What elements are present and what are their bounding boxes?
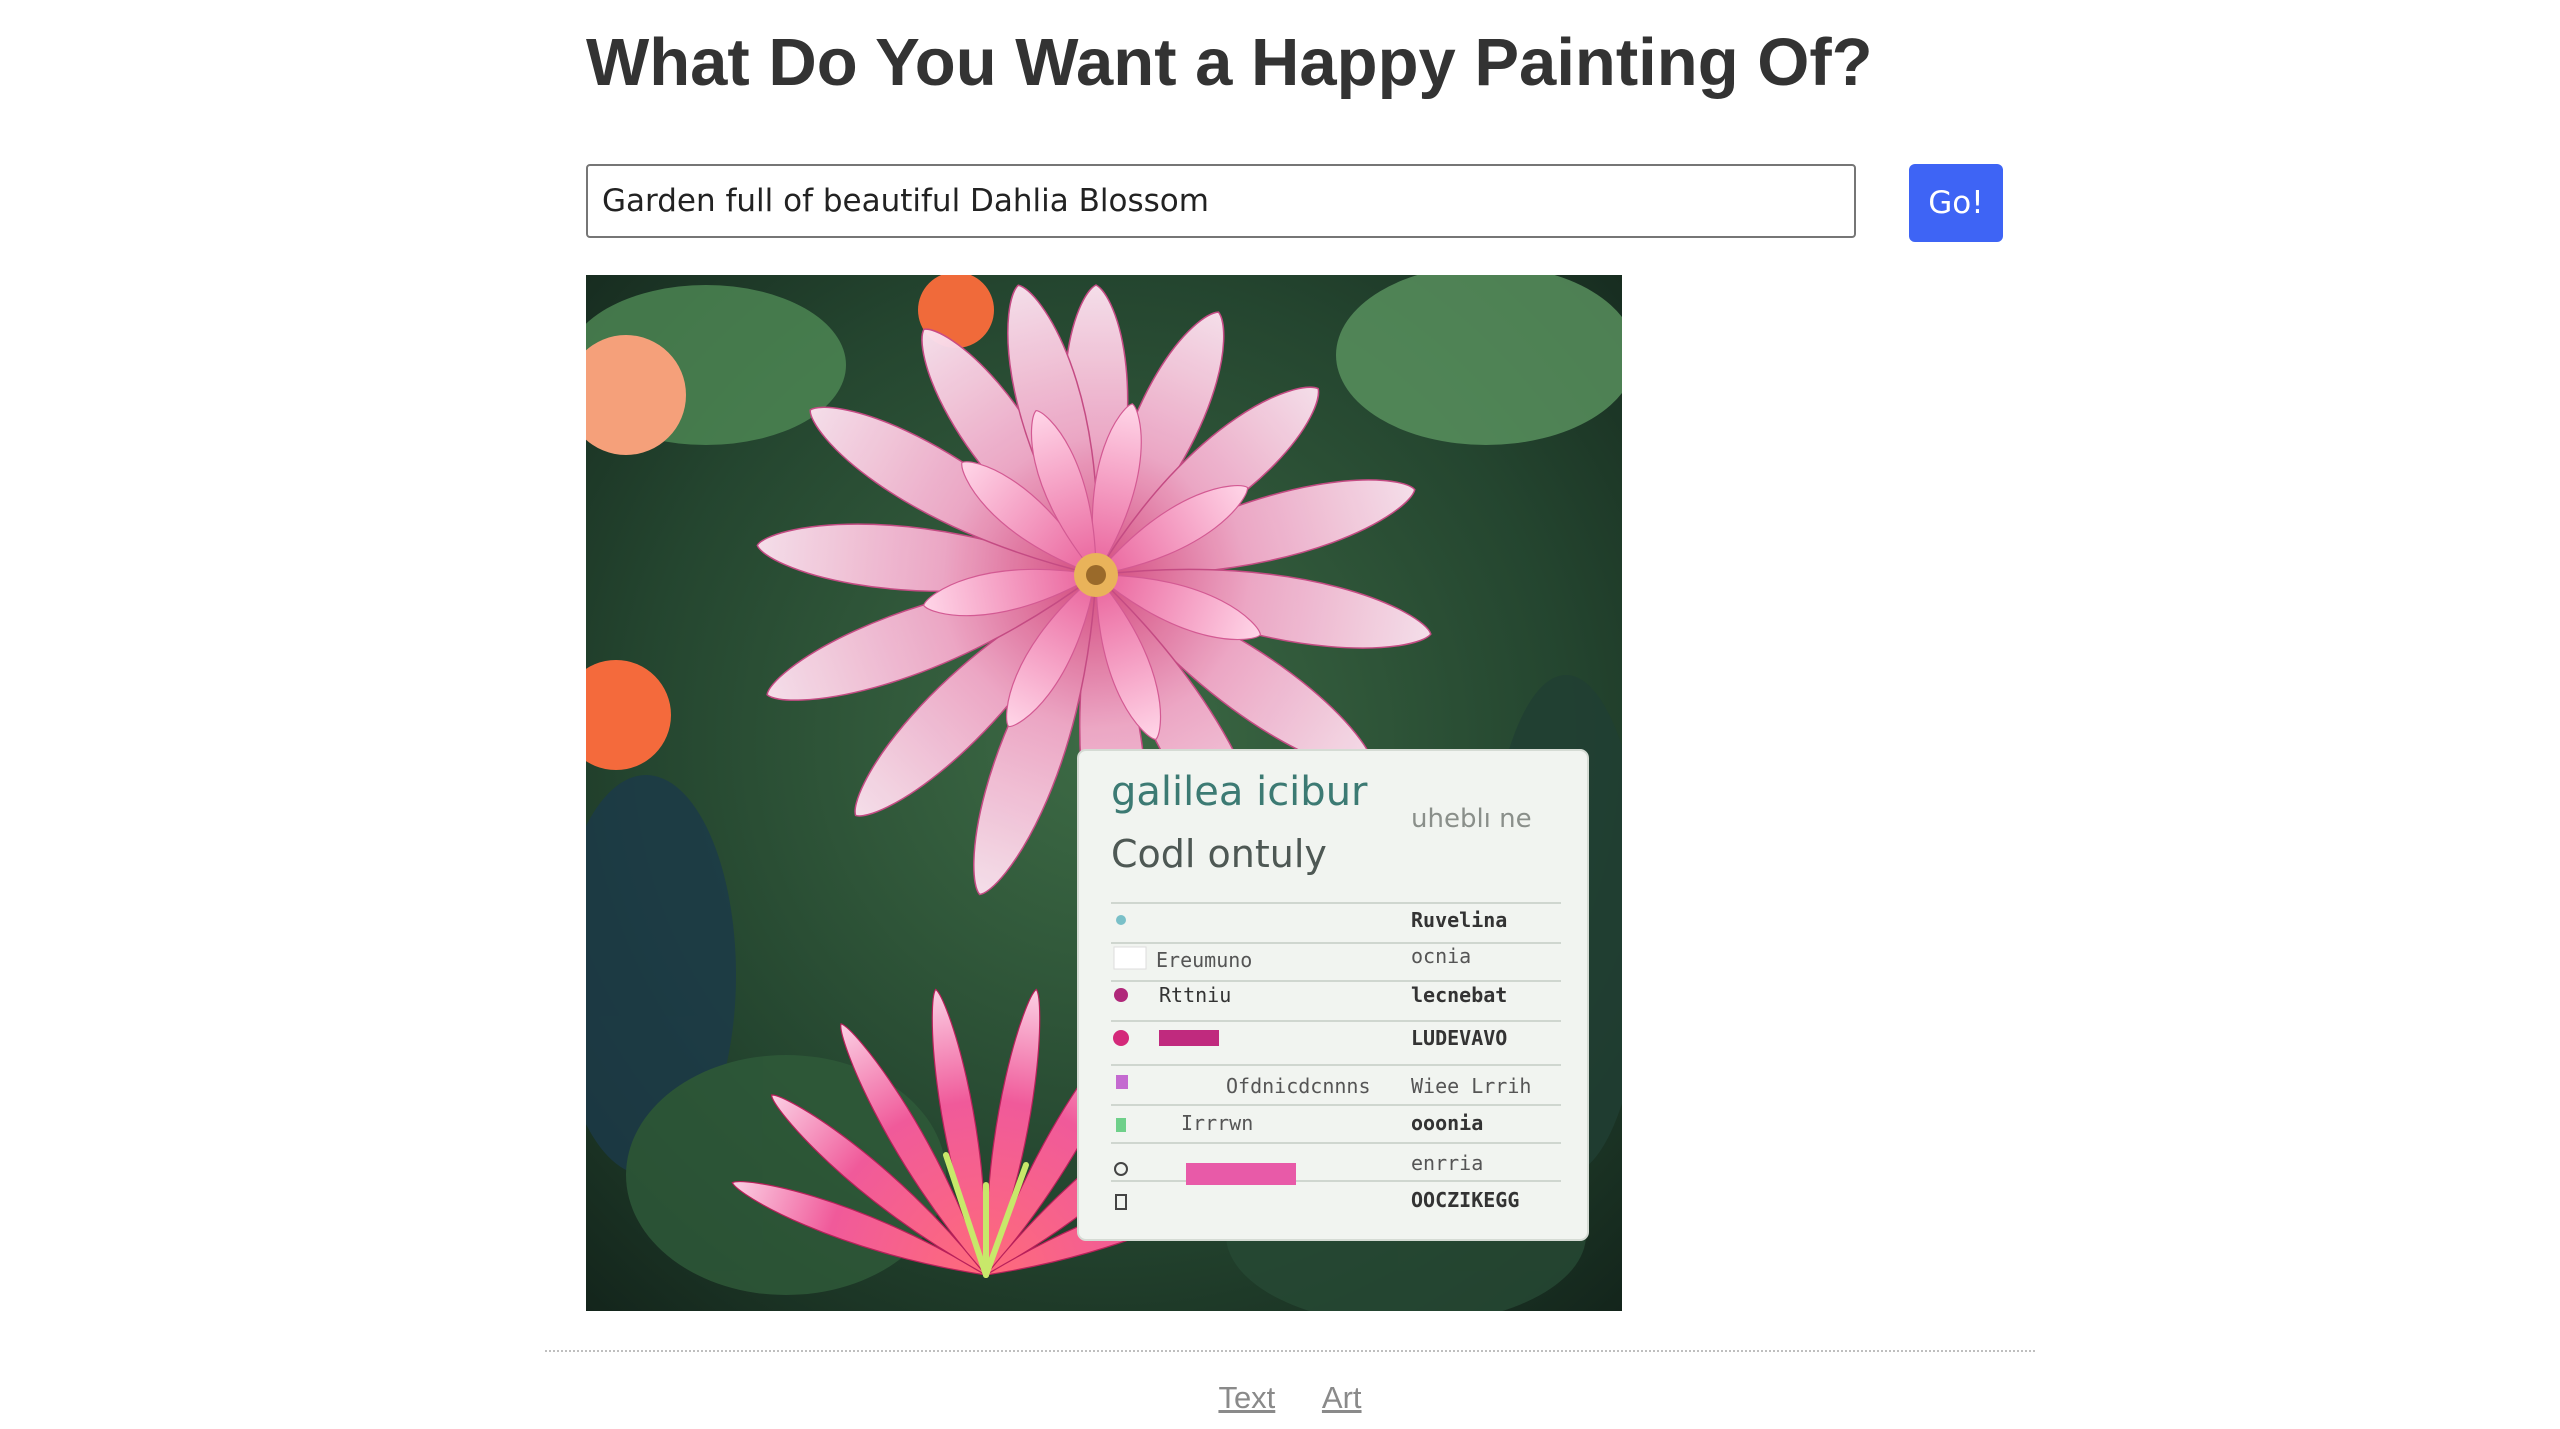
footer-link-art[interactable]: Art: [1322, 1380, 1362, 1415]
card-subheading: Codl ontuly: [1111, 832, 1327, 876]
generated-painting: galilea icibur uheblı ne Codl ontuly Ruv…: [586, 275, 1622, 1311]
card-row-right: enrria: [1411, 1151, 1483, 1175]
card-row-left: Irrrwn: [1181, 1111, 1253, 1135]
card-row-right: Ruvelina: [1411, 908, 1507, 932]
card-row-left: Ereumuno: [1156, 948, 1252, 972]
prompt-input[interactable]: [586, 164, 1856, 238]
footer-nav: Text Art: [545, 1380, 2035, 1416]
go-button[interactable]: Go!: [1909, 164, 2003, 242]
card-heading: galilea icibur: [1111, 769, 1368, 815]
footer-divider: [545, 1350, 2035, 1352]
card-row-right: lecnebat: [1411, 983, 1507, 1007]
card-row-right: ocnia: [1411, 944, 1471, 968]
page-title: What Do You Want a Happy Painting Of?: [586, 25, 1873, 100]
footer-link-text[interactable]: Text: [1218, 1380, 1275, 1415]
card-row-right: Wiee Lrrih: [1411, 1074, 1531, 1098]
card-row-left: Ofdnicdcnnns: [1226, 1074, 1371, 1098]
dahlia-painting-image: galilea icibur uheblı ne Codl ontuly Ruv…: [586, 275, 1622, 1311]
painting-card: galilea icibur uheblı ne Codl ontuly Ruv…: [1077, 749, 1589, 1241]
card-row-right: OOCZIKEGG: [1411, 1188, 1519, 1212]
card-tag: uheblı ne: [1411, 804, 1532, 834]
card-row-right: ooonia: [1411, 1111, 1483, 1135]
card-row-left: Rttniu: [1159, 983, 1231, 1007]
card-row-right: LUDEVAVO: [1411, 1026, 1507, 1050]
